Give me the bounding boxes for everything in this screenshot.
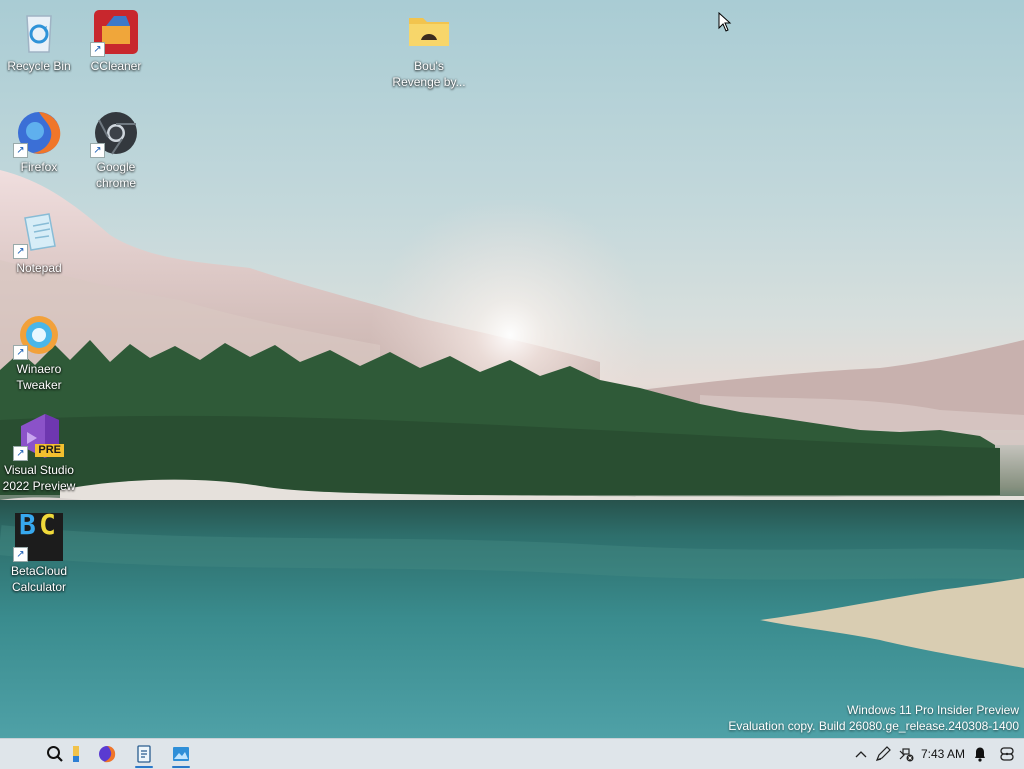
pen-icon	[875, 746, 891, 762]
notification-bell-icon	[975, 747, 985, 762]
taskbar-file-explorer-button[interactable]	[70, 739, 82, 769]
desktop-icon-label: Firefox	[20, 160, 58, 174]
search-icon	[47, 746, 63, 762]
taskbar-search-button[interactable]	[40, 739, 70, 769]
recycle-bin-icon	[15, 8, 63, 56]
desktop-icon-recycle-bin[interactable]: Recycle Bin	[1, 8, 77, 74]
shortcut-arrow-icon: ↗	[13, 547, 28, 562]
winaero-tweaker-icon: ↗	[13, 311, 63, 360]
desktop-icon-label: BetaCloud Calculator	[10, 564, 68, 594]
chrome-icon: ↗	[90, 109, 140, 158]
windows-watermark: Windows 11 Pro Insider Preview Evaluatio…	[728, 702, 1019, 734]
desktop-icon-label: CCleaner	[90, 59, 142, 73]
show-hidden-icons-button[interactable]	[852, 739, 870, 769]
shortcut-arrow-icon: ↗	[13, 244, 28, 259]
desktop-icon-bous-revenge-folder[interactable]: Bou's Revenge by...	[391, 8, 467, 90]
desktop[interactable]: Recycle Bin ↗ CCleaner Bou's Revenge by.…	[0, 0, 1024, 738]
shortcut-arrow-icon: ↗	[13, 345, 28, 360]
network-disconnected-icon	[899, 748, 914, 762]
mouse-cursor-icon	[718, 12, 732, 32]
shortcut-arrow-icon: ↗	[90, 143, 105, 158]
firefox-icon: ↗	[13, 109, 63, 158]
betacloud-calculator-icon: B C ↗	[13, 508, 63, 562]
notepad-icon	[137, 745, 151, 763]
network-button[interactable]	[895, 739, 917, 769]
copilot-icon	[1000, 747, 1014, 761]
betacloud-glyph-c: C	[39, 508, 56, 541]
shortcut-arrow-icon: ↗	[13, 143, 28, 158]
taskbar: 7:43 AM	[0, 738, 1024, 769]
folder-icon	[405, 8, 453, 56]
desktop-icon-label: Bou's Revenge by...	[392, 59, 466, 89]
ccleaner-icon: ↗	[90, 8, 140, 57]
betacloud-glyph-b: B	[19, 508, 36, 541]
file-explorer-icon	[73, 746, 79, 762]
shortcut-arrow-icon: ↗	[13, 446, 28, 461]
notepad-icon: ↗	[13, 210, 63, 259]
photos-icon	[173, 747, 189, 761]
preview-badge: PRE	[35, 444, 64, 457]
taskbar-notepad-button[interactable]	[129, 739, 159, 769]
desktop-icon-notepad[interactable]: ↗ Notepad	[1, 210, 77, 276]
notifications-button[interactable]	[969, 739, 991, 769]
desktop-icon-label: Google chrome	[95, 160, 136, 190]
taskbar-firefox-button[interactable]	[92, 739, 122, 769]
desktop-icon-ccleaner[interactable]: ↗ CCleaner	[78, 8, 154, 74]
desktop-icon-visual-studio-2022-preview[interactable]: PRE ↗ Visual Studio 2022 Preview	[1, 412, 77, 494]
desktop-icon-winaero-tweaker[interactable]: ↗ Winaero Tweaker	[1, 311, 77, 393]
desktop-icon-label: Notepad	[16, 261, 62, 275]
watermark-line-2: Evaluation copy. Build 26080.ge_release.…	[728, 719, 1019, 733]
watermark-line-1: Windows 11 Pro Insider Preview	[847, 703, 1019, 717]
copilot-button[interactable]	[996, 739, 1018, 769]
shortcut-arrow-icon: ↗	[90, 42, 105, 57]
visual-studio-icon: PRE ↗	[13, 412, 64, 461]
pen-menu-button[interactable]	[872, 739, 894, 769]
desktop-icon-google-chrome[interactable]: ↗ Google chrome	[78, 109, 154, 191]
desktop-icon-firefox[interactable]: ↗ Firefox	[1, 109, 77, 175]
desktop-icon-betacloud-calculator[interactable]: B C ↗ BetaCloud Calculator	[1, 508, 77, 595]
chevron-up-icon	[855, 751, 867, 758]
desktop-icon-label: Visual Studio 2022 Preview	[2, 463, 76, 493]
desktop-icon-label: Winaero Tweaker	[16, 362, 62, 392]
clock-time[interactable]: 7:43 AM	[921, 747, 965, 761]
desktop-icon-label: Recycle Bin	[7, 59, 71, 73]
taskbar-photos-button[interactable]	[166, 739, 196, 769]
firefox-icon	[99, 746, 116, 763]
